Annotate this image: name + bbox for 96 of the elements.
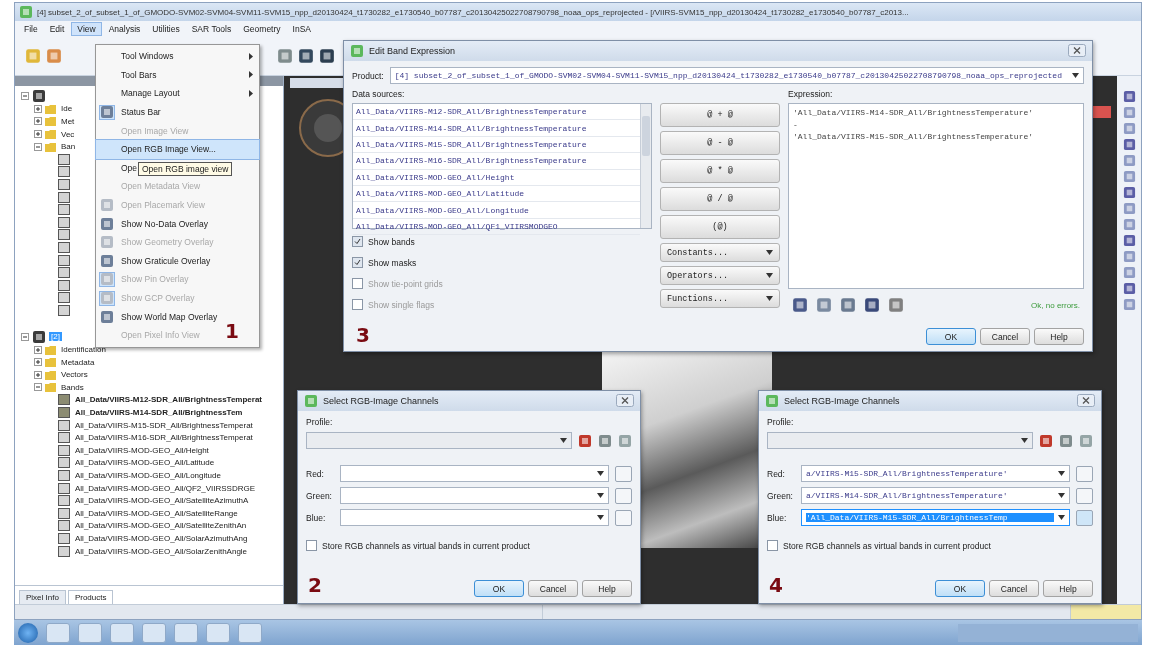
operator-button[interactable]: @ - @ [660, 131, 780, 155]
list-item[interactable]: All_Data/VIIRS-MOD-GEO_All/Longitude [353, 202, 640, 219]
menu-item[interactable]: InSA [287, 23, 316, 35]
menu-item[interactable]: Status Bar [121, 107, 161, 118]
step-number: 3 [356, 323, 370, 347]
panel-tab[interactable]: Pixel Info [19, 590, 66, 604]
tooltip: Open RGB image view [138, 162, 233, 176]
menu-item[interactable]: Geometry [238, 23, 286, 35]
menu-item[interactable]: Show Graticule Overlay [121, 255, 211, 266]
menu-item[interactable]: Open RGB Image View... [121, 144, 216, 155]
field-label: Profile: [306, 417, 334, 427]
list-item[interactable]: All_Data/VIIRS-MOD-GEO_All/QF1_VIIRSMODGEO [353, 218, 640, 236]
step-number: 1 [225, 318, 239, 343]
operator-button[interactable]: @ / @ [660, 187, 780, 211]
checkbox-label: Store RGB channels as virtual bands in current product [322, 540, 530, 551]
operator-button[interactable]: @ * @ [660, 159, 780, 183]
menu-item[interactable]: Show World Map Overlay [121, 311, 218, 322]
menu-item[interactable]: Tool Bars [121, 69, 157, 80]
menu-item[interactable]: Ope [121, 162, 138, 173]
tree-item[interactable]: Bands [59, 382, 86, 392]
expression-field[interactable]: 'All_Data/VIIRS-M14-SDR_All/BrightnessTemperature' - 'All_Data/VIIRS-M15-SDR_All/BrightnessTemperature' [788, 103, 1084, 289]
menu-item[interactable]: Edit [44, 23, 70, 35]
dropdown-button[interactable]: Constants... [660, 243, 780, 262]
tree-item[interactable]: Metadata [59, 357, 97, 367]
tree-item[interactable]: All_Data/VIIRS-MOD-GEO_All/QF2_VIIRSSDRGE [73, 483, 258, 493]
operator-button[interactable]: (@) [660, 215, 780, 239]
checkbox-label: Store RGB channels as virtual bands in current product [783, 540, 991, 551]
field-label: Product: [352, 70, 384, 81]
tree-item[interactable]: All_Data/VIIRS-MOD-GEO_All/Longitude [73, 471, 223, 480]
menu-item[interactable]: Analysis [103, 23, 146, 35]
channel-label: Blue: [306, 512, 327, 523]
tree-item[interactable]: All_Data/VIIRS-MOD-GEO_All/SolarAzimuthAng [73, 534, 250, 543]
dialog-title: Edit Band Expression [369, 46, 456, 56]
panel-tab[interactable]: Products [67, 590, 114, 604]
tree-item[interactable]: All_Data/VIIRS-MOD-GEO_All/Latitude [73, 458, 217, 468]
channel-label: Green: [306, 490, 333, 501]
step-number: 2 [308, 573, 322, 597]
tree-item[interactable]: Ide [59, 104, 75, 114]
menu-item[interactable]: Show No-Data Overlay [121, 218, 208, 229]
product-dropdown[interactable]: [4] subset_2_of_subset_1_of_GMODO-SVM02-SVM04-SVM11-SVM15_npp_d20130424_t1730282_e1730540_b07787_c20130425022708790798_noaa_ops_reprojected [389, 67, 1084, 84]
tree-item[interactable]: All_Data/VIIRS-MOD-GEO_All/SolarZenithAngle [73, 546, 250, 556]
tree-item[interactable]: Vectors [59, 370, 90, 380]
list-item[interactable]: All_Data/VIIRS-MOD-GEO_All/Latitude [353, 185, 640, 203]
dialog-button[interactable]: OK [926, 328, 976, 345]
tree-item[interactable]: All_Data/VIIRS-M16-SDR_All/BrightnessTemperat [73, 433, 255, 443]
tree-item[interactable]: All_Data/VIIRS-MOD-GEO_All/SatelliteZenithAn [73, 521, 249, 531]
dialog-button[interactable]: Help [1034, 328, 1084, 345]
dialog-button[interactable]: Cancel [980, 328, 1030, 345]
checkbox-label: Show masks [368, 257, 417, 268]
step-number: 4 [769, 573, 783, 597]
status-message: Ok, no errors. [1031, 300, 1080, 310]
dialog-title: Select RGB-Image Channels [323, 396, 439, 406]
list-item[interactable]: All_Data/VIIRS-M12-SDR_All/BrightnessTemperature [353, 104, 640, 121]
operator-button[interactable]: @ + @ [660, 103, 780, 127]
list-item[interactable]: All_Data/VIIRS-M16-SDR_All/BrightnessTemperature [353, 153, 640, 170]
list-item[interactable]: All_Data/VIIRS-M15-SDR_All/BrightnessTemperature [353, 136, 640, 154]
channel-dropdown[interactable]: a/VIIRS-M14-SDR_All/BrightnessTemperature' [801, 487, 1070, 504]
menu-item[interactable]: Utilities [147, 23, 185, 35]
tree-item[interactable]: All_Data/VIIRS-M12-SDR_All/BrightnessTemperat [73, 395, 264, 405]
channel-label: Green: [767, 490, 794, 501]
menu-item[interactable]: View [71, 22, 102, 36]
dialog-button[interactable]: OK [474, 580, 524, 597]
checkbox-label: Show tie-point grids [368, 278, 443, 289]
field-label: Data sources: [352, 89, 406, 99]
dialog-button[interactable]: Help [1043, 580, 1093, 597]
field-label: Expression: [788, 89, 834, 99]
window-title: [4] subset_2_of_subset_1_of_GMODO-SVM02-SVM04-SVM11-SVM15_npp_d20130424_t1730282_e1730540_b07787_c20130425022708790798_noaa_ops_reprojected - [/VIIRS-SVM15_npp_d20130424_t1730282_e1730540_b07787_c2013... [37, 7, 909, 17]
checkbox-label: Show bands [368, 236, 415, 247]
tree-item[interactable]: All_Data/VIIRS-MOD-GEO_All/Height [73, 445, 211, 455]
list-item[interactable]: All_Data/VIIRS-MOD-GEO_All/Height [353, 169, 640, 186]
dialog-button[interactable]: Cancel [528, 580, 578, 597]
channel-label: Red: [767, 468, 786, 479]
menu-item[interactable]: File [19, 23, 43, 35]
tree-item[interactable]: Identification [59, 345, 108, 355]
tree-item[interactable]: Vec [59, 129, 77, 139]
channel-label: Blue: [767, 512, 788, 523]
tree-item[interactable]: All_Data/VIIRS-M14-SDR_All/BrightnessTem [73, 408, 245, 418]
field-label: Profile: [767, 417, 795, 427]
channel-label: Red: [306, 468, 325, 479]
dropdown-button[interactable]: Operators... [660, 266, 780, 285]
checkbox-label: Show single flags [368, 299, 435, 310]
dialog-title: Select RGB-Image Channels [784, 396, 900, 406]
menu-item[interactable]: Tool Windows [121, 51, 174, 62]
menu-item[interactable]: SAR Tools [186, 23, 237, 35]
menu-item[interactable]: Manage Layout [121, 88, 180, 99]
dialog-button[interactable]: OK [935, 580, 985, 597]
tree-item[interactable]: All_Data/VIIRS-MOD-GEO_All/SatelliteRange [73, 508, 240, 518]
dialog-button[interactable]: Help [582, 580, 632, 597]
tree-item[interactable]: Ban [59, 142, 78, 152]
channel-dropdown[interactable]: a/VIIRS-M15-SDR_All/BrightnessTemperature' [801, 465, 1070, 482]
list-item[interactable]: All_Data/VIIRS-M14-SDR_All/BrightnessTemperature [353, 120, 640, 137]
tree-item[interactable]: All_Data/VIIRS-MOD-GEO_All/SatelliteAzimuthA [73, 496, 251, 506]
tree-item[interactable]: Met [59, 117, 77, 126]
tree-item[interactable]: All_Data/VIIRS-M15-SDR_All/BrightnessTemperat [73, 420, 255, 430]
dialog-button[interactable]: Cancel [989, 580, 1039, 597]
dropdown-button[interactable]: Functions... [660, 289, 780, 308]
